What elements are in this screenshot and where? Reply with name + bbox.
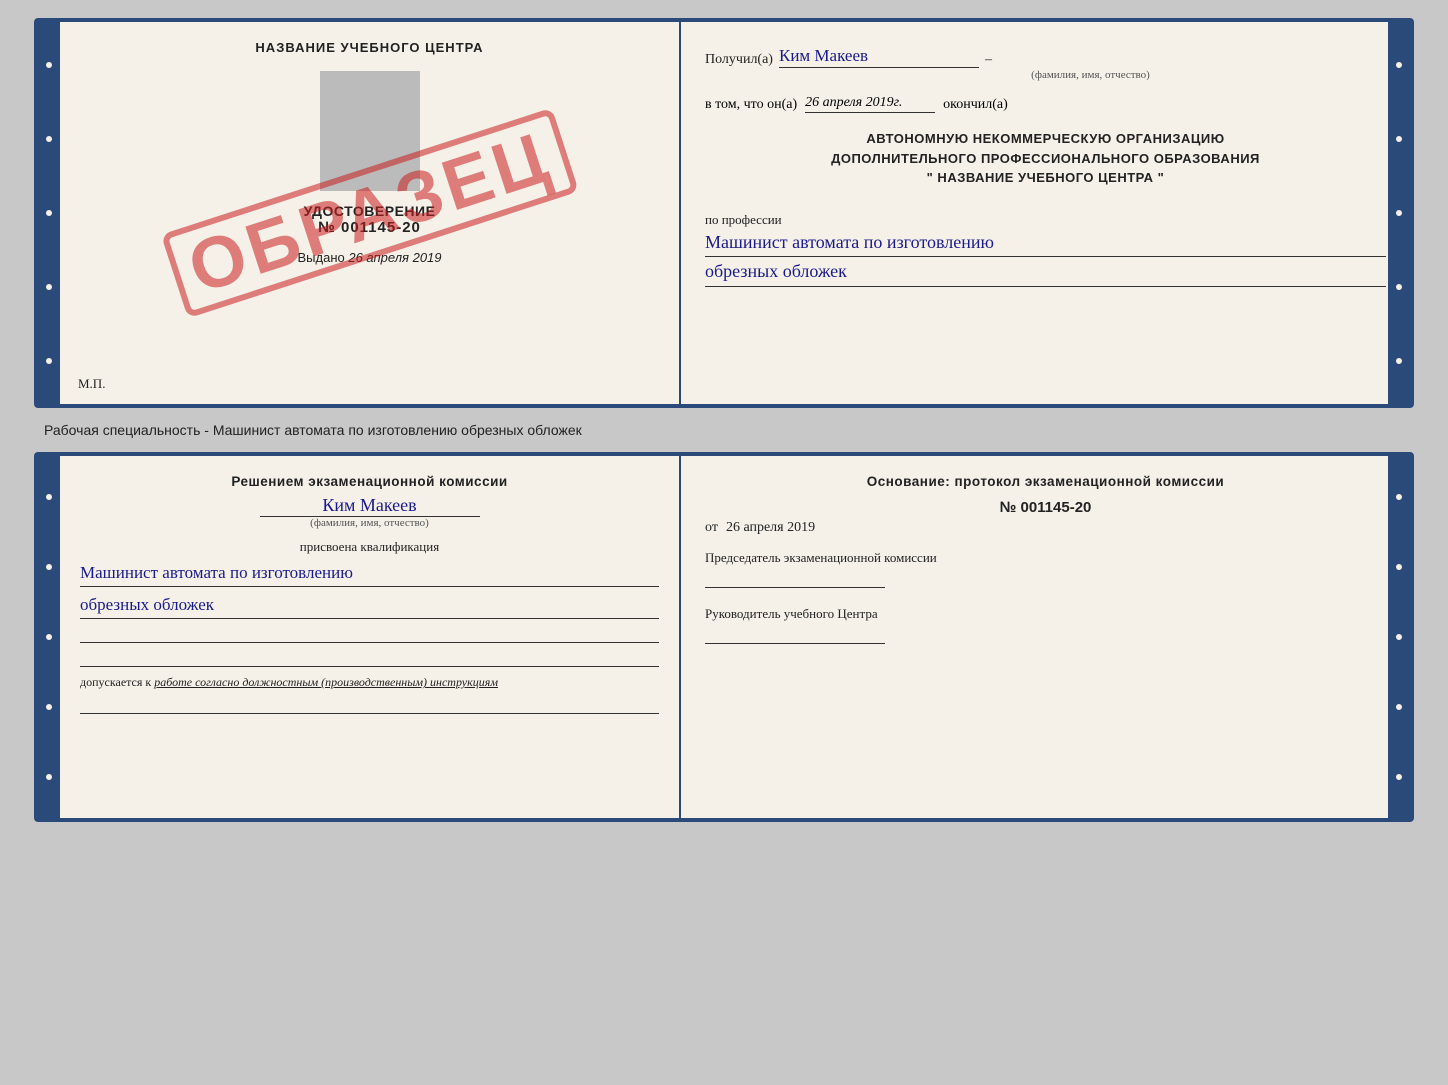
- decision-text: Решением экзаменационной комиссии: [80, 474, 659, 489]
- qualification-value-2: обрезных обложек: [80, 591, 659, 619]
- mp-label: М.П.: [78, 376, 105, 392]
- top-right-panel: Получил(а) Ким Макеев – (фамилия, имя, о…: [681, 22, 1410, 404]
- binding-left-bottom: [38, 456, 60, 818]
- bottom-document: Решением экзаменационной комиссии Ким Ма…: [34, 452, 1414, 822]
- osnov-text: Основание: протокол экзаменационной коми…: [705, 474, 1386, 489]
- blank-line-1: [80, 625, 659, 643]
- org-line3: " НАЗВАНИЕ УЧЕБНОГО ЦЕНТРА ": [705, 168, 1386, 188]
- org-block: АВТОНОМНУЮ НЕКОММЕРЧЕСКУЮ ОРГАНИЗАЦИЮ ДО…: [705, 129, 1386, 188]
- head-signature-line: [705, 626, 885, 644]
- issued-date: 26 апреля 2019: [348, 250, 441, 265]
- qualification-label: присвоена квалификация: [80, 539, 659, 555]
- cert-number: № 001145-20: [318, 219, 421, 236]
- in-that-label: в том, что он(а): [705, 97, 797, 113]
- binding-right-bottom: [1388, 456, 1410, 818]
- bottom-right-panel: Основание: протокол экзаменационной коми…: [681, 456, 1410, 818]
- middle-text: Рабочая специальность - Машинист автомат…: [34, 418, 1414, 442]
- org-line2: ДОПОЛНИТЕЛЬНОГО ПРОФЕССИОНАЛЬНОГО ОБРАЗО…: [705, 149, 1386, 169]
- допуск-text: допускается к работе согласно должностны…: [80, 675, 659, 690]
- cert-title: УДОСТОВЕРЕНИЕ: [304, 203, 436, 219]
- recipient-row: Получил(а) Ким Макеев –: [705, 46, 1386, 68]
- signatory-name: Ким Макеев: [260, 495, 480, 517]
- profession-label: по профессии: [705, 212, 1386, 228]
- profession-section: по профессии Машинист автомата по изгото…: [705, 204, 1386, 288]
- recipient-name: Ким Макеев: [779, 46, 979, 68]
- protocol-date-value: 26 апреля 2019: [726, 520, 815, 536]
- document-container: НАЗВАНИЕ УЧЕБНОГО ЦЕНТРА УДОСТОВЕРЕНИЕ №…: [34, 18, 1414, 822]
- fio-subtitle-top: (фамилия, имя, отчество): [795, 69, 1386, 81]
- cert-photo: [320, 71, 420, 191]
- blank-line-2: [80, 649, 659, 667]
- chairman-block: Председатель экзаменационной комиссии: [705, 550, 1386, 588]
- top-document: НАЗВАНИЕ УЧЕБНОГО ЦЕНТРА УДОСТОВЕРЕНИЕ №…: [34, 18, 1414, 408]
- допуск-label: допускается к: [80, 675, 151, 689]
- protocol-date-row: от 26 апреля 2019: [705, 520, 1386, 536]
- org-line1: АВТОНОМНУЮ НЕКОММЕРЧЕСКУЮ ОРГАНИЗАЦИЮ: [705, 129, 1386, 149]
- top-left-panel: НАЗВАНИЕ УЧЕБНОГО ЦЕНТРА УДОСТОВЕРЕНИЕ №…: [60, 22, 681, 404]
- blank-line-3: [80, 696, 659, 714]
- binding-left: [38, 22, 60, 404]
- date-prefix: от: [705, 520, 718, 536]
- school-name-top: НАЗВАНИЕ УЧЕБНОГО ЦЕНТРА: [255, 40, 483, 55]
- profession-value-1: Машинист автомата по изготовлению: [705, 228, 1386, 258]
- issued-label: Выдано: [297, 250, 344, 265]
- recipient-section: Получил(а) Ким Макеев – (фамилия, имя, о…: [705, 40, 1386, 81]
- received-label: Получил(а): [705, 52, 773, 68]
- head-label: Руководитель учебного Центра: [705, 606, 1386, 622]
- completed-label: окончил(а): [943, 97, 1008, 113]
- cert-issued: Выдано 26 апреля 2019: [297, 250, 441, 265]
- bottom-left-panel: Решением экзаменационной комиссии Ким Ма…: [60, 456, 681, 818]
- completed-date: 26 апреля 2019г.: [805, 95, 935, 113]
- допуск-value: работе согласно должностным (производств…: [154, 675, 498, 689]
- binding-right-top: [1388, 22, 1410, 404]
- chairman-signature-line: [705, 570, 885, 588]
- protocol-number: № 001145-20: [705, 499, 1386, 516]
- fio-label-bottom: (фамилия, имя, отчество): [80, 517, 659, 529]
- head-block: Руководитель учебного Центра: [705, 606, 1386, 644]
- qualification-value-1: Машинист автомата по изготовлению: [80, 559, 659, 587]
- chairman-label: Председатель экзаменационной комиссии: [705, 550, 1386, 566]
- date-row: в том, что он(а) 26 апреля 2019г. окончи…: [705, 95, 1386, 113]
- profession-value-2: обрезных обложек: [705, 257, 1386, 287]
